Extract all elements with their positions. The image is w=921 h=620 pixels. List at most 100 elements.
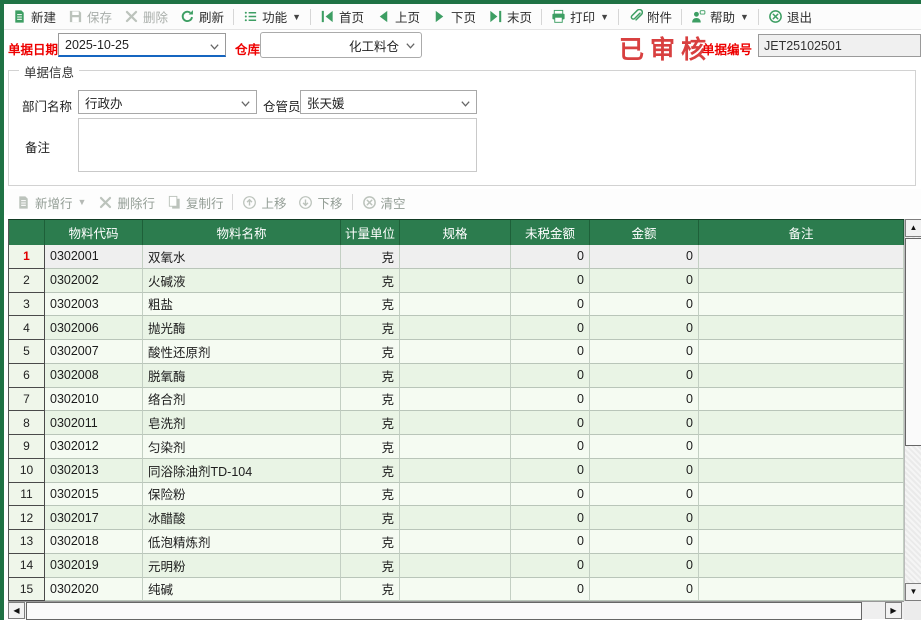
cell-name[interactable]: 纯碱: [143, 578, 341, 602]
cell-untaxed[interactable]: 0: [511, 388, 590, 412]
cell-untaxed[interactable]: 0: [511, 530, 590, 554]
cell-unit[interactable]: 克: [341, 293, 400, 317]
column-header-5[interactable]: 金额: [590, 220, 699, 245]
table-row[interactable]: 30302003粗盐克00: [9, 293, 904, 317]
scroll-right-button[interactable]: ▶: [885, 602, 902, 619]
cell-amount[interactable]: 0: [590, 245, 699, 269]
cell-spec[interactable]: [400, 245, 511, 269]
toolbar-help-button[interactable]: 帮助▼: [685, 5, 755, 28]
cell-name[interactable]: 冰醋酸: [143, 506, 341, 530]
row-number-cell[interactable]: 9: [9, 435, 45, 459]
table-row[interactable]: 60302008脱氧酶克00: [9, 364, 904, 388]
column-header-1[interactable]: 物料名称: [143, 220, 341, 245]
cell-amount[interactable]: 0: [590, 506, 699, 530]
vertical-scrollbar-thumb[interactable]: [905, 238, 921, 446]
cell-unit[interactable]: 克: [341, 269, 400, 293]
cell-name[interactable]: 脱氧酶: [143, 364, 341, 388]
cell-spec[interactable]: [400, 554, 511, 578]
column-header-3[interactable]: 规格: [400, 220, 511, 245]
cell-unit[interactable]: 克: [341, 530, 400, 554]
cell-remark[interactable]: [699, 293, 904, 317]
cell-name[interactable]: 火碱液: [143, 269, 341, 293]
cell-amount[interactable]: 0: [590, 483, 699, 507]
table-row[interactable]: 130302018低泡精炼剂克00: [9, 530, 904, 554]
cell-name[interactable]: 络合剂: [143, 388, 341, 412]
cell-name[interactable]: 皂洗剂: [143, 411, 341, 435]
table-row[interactable]: 70302010络合剂克00: [9, 388, 904, 412]
scroll-left-button[interactable]: ◀: [8, 602, 25, 619]
warehouse-combo[interactable]: 化工料仓: [260, 32, 422, 58]
toolbar-new-button[interactable]: 新建: [6, 5, 62, 28]
cell-remark[interactable]: [699, 459, 904, 483]
cell-amount[interactable]: 0: [590, 316, 699, 340]
cell-spec[interactable]: [400, 483, 511, 507]
cell-untaxed[interactable]: 0: [511, 269, 590, 293]
cell-spec[interactable]: [400, 340, 511, 364]
toolbar-save-button[interactable]: 保存: [62, 5, 118, 28]
cell-amount[interactable]: 0: [590, 578, 699, 602]
cell-unit[interactable]: 克: [341, 578, 400, 602]
cell-remark[interactable]: [699, 530, 904, 554]
table-row[interactable]: 90302012匀染剂克00: [9, 435, 904, 459]
cell-amount[interactable]: 0: [590, 435, 699, 459]
cell-untaxed[interactable]: 0: [511, 578, 590, 602]
department-combo[interactable]: 行政办: [78, 90, 257, 114]
toolbar-exit-button[interactable]: 退出: [762, 5, 818, 28]
column-header-6[interactable]: 备注: [699, 220, 904, 245]
cell-unit[interactable]: 克: [341, 554, 400, 578]
cell-untaxed[interactable]: 0: [511, 316, 590, 340]
cell-amount[interactable]: 0: [590, 411, 699, 435]
cell-remark[interactable]: [699, 435, 904, 459]
gridbar-add-row-button[interactable]: 新增行▼: [10, 191, 92, 214]
cell-code[interactable]: 0302006: [45, 316, 143, 340]
horizontal-scrollbar[interactable]: ◀ ▶: [8, 601, 904, 619]
cell-name[interactable]: 保险粉: [143, 483, 341, 507]
row-number-cell[interactable]: 1: [9, 245, 45, 269]
toolbar-last-page-button[interactable]: 末页: [482, 5, 538, 28]
toolbar-next-page-button[interactable]: 下页: [426, 5, 482, 28]
cell-remark[interactable]: [699, 364, 904, 388]
cell-unit[interactable]: 克: [341, 411, 400, 435]
doc-number-field[interactable]: [758, 34, 921, 57]
toolbar-first-page-button[interactable]: 首页: [314, 5, 370, 28]
table-row[interactable]: 50302007酸性还原剂克00: [9, 340, 904, 364]
cell-untaxed[interactable]: 0: [511, 554, 590, 578]
cell-name[interactable]: 抛光酶: [143, 316, 341, 340]
row-number-cell[interactable]: 8: [9, 411, 45, 435]
cell-code[interactable]: 0302002: [45, 269, 143, 293]
cell-code[interactable]: 0302012: [45, 435, 143, 459]
keeper-combo[interactable]: 张天媛: [300, 90, 477, 114]
table-row[interactable]: 110302015保险粉克00: [9, 483, 904, 507]
scroll-up-button[interactable]: ▲: [905, 219, 921, 237]
cell-remark[interactable]: [699, 554, 904, 578]
cell-code[interactable]: 0302018: [45, 530, 143, 554]
row-number-cell[interactable]: 5: [9, 340, 45, 364]
toolbar-prev-page-button[interactable]: 上页: [370, 5, 426, 28]
cell-untaxed[interactable]: 0: [511, 364, 590, 388]
row-number-cell[interactable]: 14: [9, 554, 45, 578]
cell-untaxed[interactable]: 0: [511, 293, 590, 317]
column-header-2[interactable]: 计量单位: [341, 220, 400, 245]
cell-unit[interactable]: 克: [341, 364, 400, 388]
cell-spec[interactable]: [400, 530, 511, 554]
cell-unit[interactable]: 克: [341, 435, 400, 459]
cell-unit[interactable]: 克: [341, 316, 400, 340]
gridbar-move-down-button[interactable]: 下移: [292, 191, 348, 214]
cell-spec[interactable]: [400, 293, 511, 317]
table-row[interactable]: 140302019元明粉克00: [9, 554, 904, 578]
cell-code[interactable]: 0302020: [45, 578, 143, 602]
table-row[interactable]: 100302013同浴除油剂TD-104克00: [9, 459, 904, 483]
cell-amount[interactable]: 0: [590, 459, 699, 483]
cell-spec[interactable]: [400, 411, 511, 435]
cell-name[interactable]: 双氧水: [143, 245, 341, 269]
table-row[interactable]: 10302001双氧水克00: [9, 245, 904, 269]
cell-amount[interactable]: 0: [590, 364, 699, 388]
cell-unit[interactable]: 克: [341, 506, 400, 530]
cell-spec[interactable]: [400, 506, 511, 530]
row-number-cell[interactable]: 13: [9, 530, 45, 554]
toolbar-refresh-button[interactable]: 刷新: [174, 5, 230, 28]
cell-remark[interactable]: [699, 506, 904, 530]
cell-code[interactable]: 0302013: [45, 459, 143, 483]
cell-remark[interactable]: [699, 245, 904, 269]
row-number-cell[interactable]: 15: [9, 578, 45, 602]
